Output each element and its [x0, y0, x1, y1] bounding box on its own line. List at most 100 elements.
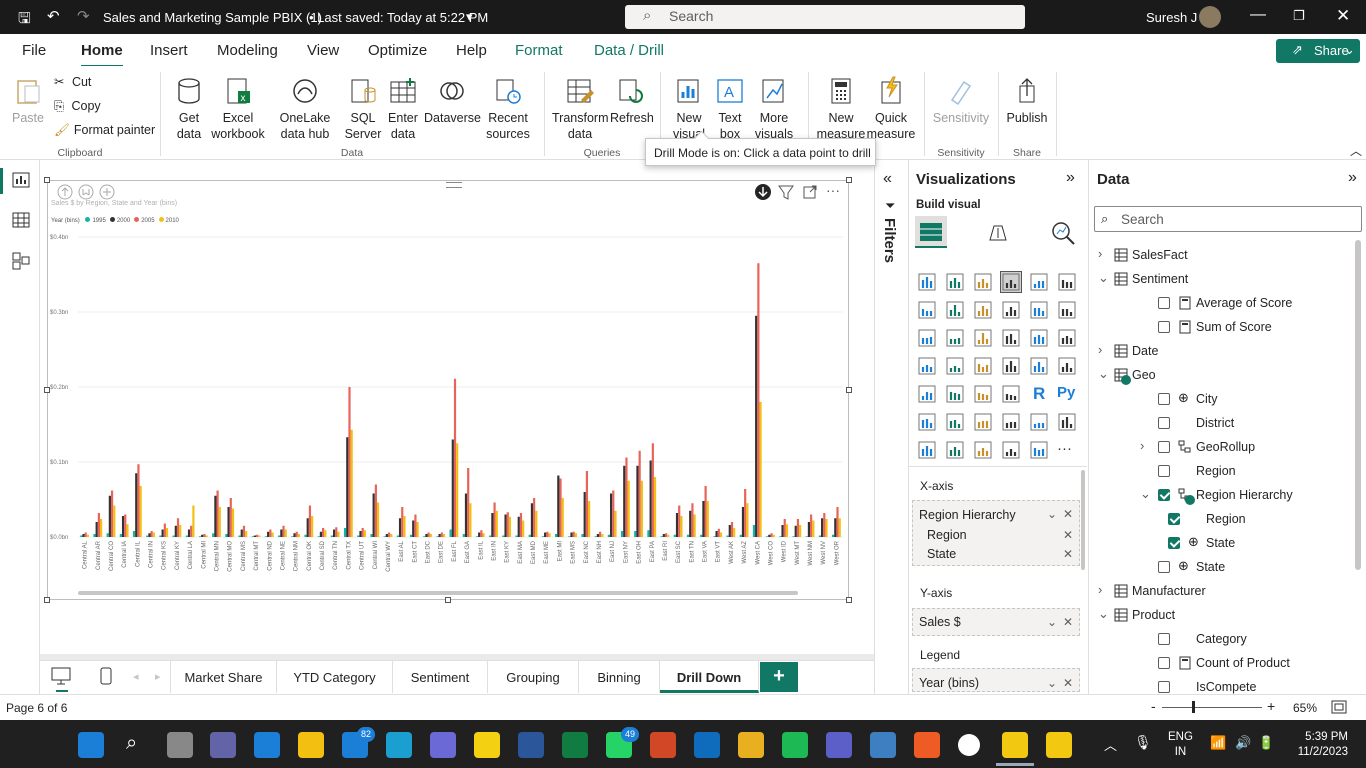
bar-2010-central-wy[interactable] [390, 534, 393, 537]
bar-2010-central-il[interactable] [139, 486, 142, 537]
bar-2000-west-id[interactable] [781, 525, 784, 537]
bar-2005-central-ia[interactable] [124, 514, 127, 538]
bar-1995-east-fl[interactable] [449, 529, 452, 538]
menu-data-drill[interactable]: Data / Drill [594, 42, 664, 59]
add-page-button[interactable]: + [760, 662, 798, 692]
avatar[interactable] [1199, 6, 1221, 28]
bar-2010-central-in[interactable] [152, 532, 155, 538]
bar-2005-east-dc[interactable] [427, 532, 430, 538]
more-icon[interactable]: ··· [1057, 440, 1077, 460]
line-clustered-icon[interactable] [1029, 300, 1049, 320]
bar-2005-west-mt[interactable] [796, 519, 800, 537]
bar-2000-central-nm[interactable] [293, 533, 296, 537]
teams-meet-icon[interactable] [210, 732, 236, 758]
bar-2000-east-vt[interactable] [715, 531, 718, 537]
bar-2000-central-ms[interactable] [240, 529, 243, 538]
tab-ytd-category[interactable]: YTD Category [277, 661, 393, 693]
data-scrollbar[interactable] [1355, 240, 1361, 570]
bar-1995-east-de[interactable] [436, 536, 439, 537]
bar-2010-central-co[interactable] [113, 505, 116, 538]
bar-2010-east-va[interactable] [706, 501, 709, 537]
table-icon[interactable] [973, 384, 993, 404]
area-icon[interactable] [945, 300, 965, 320]
share-button[interactable]: ⇗ Share ⌄ [1276, 39, 1360, 63]
bar-2010-east-sc[interactable] [680, 516, 683, 537]
bar-2000-central-il[interactable] [135, 473, 138, 537]
undo-icon[interactable]: ↶ [47, 7, 60, 25]
bar-1995-central-nm[interactable] [291, 536, 294, 537]
power-automate-icon[interactable] [945, 440, 965, 460]
field-checkbox[interactable] [1158, 681, 1170, 693]
bar-2000-central-mi[interactable] [201, 534, 204, 537]
prev-page-icon[interactable]: ◂ [133, 670, 139, 683]
bar-2000-east-dc[interactable] [425, 534, 428, 537]
bar-2010-central-ia[interactable] [126, 524, 129, 537]
bar-2000-west-ca[interactable] [755, 315, 758, 537]
bar-1995-central-tn[interactable] [330, 535, 333, 538]
bar-1995-central-ks[interactable] [159, 535, 162, 538]
text-box-button[interactable]: A Text box [712, 76, 748, 142]
line-icon[interactable] [917, 300, 937, 320]
field-district[interactable]: District [1094, 414, 1352, 434]
field-count-of-product[interactable]: Count of Product [1094, 654, 1352, 674]
desktop-layout-icon[interactable] [50, 666, 72, 686]
power-bi-vis-icon[interactable] [973, 440, 993, 460]
bar-1995-east-in[interactable] [489, 535, 492, 538]
bar-2000-west-co[interactable] [768, 534, 771, 537]
bar-2005-west-co[interactable] [770, 533, 773, 537]
menu-file[interactable]: File [22, 42, 46, 59]
x-axis-field-region[interactable]: Region [927, 528, 967, 542]
bar-2005-west-id[interactable] [783, 519, 786, 537]
bar-2005-east-oh[interactable] [638, 450, 641, 537]
bar-2005-east-va[interactable] [704, 486, 707, 537]
horizontal-scrollbar[interactable] [78, 591, 798, 595]
bar-2000-central-tn[interactable] [332, 529, 336, 538]
bar-2000-east-nc[interactable] [583, 492, 586, 537]
bar-1995-west-co[interactable] [766, 536, 769, 537]
legend-field-year[interactable]: Year (bins) [919, 676, 979, 690]
bar-1995-east-nh[interactable] [594, 536, 597, 537]
field-checkbox[interactable] [1158, 441, 1170, 453]
chevron-down-icon[interactable]: ⌄ [1098, 270, 1109, 286]
mobile-layout-icon[interactable] [99, 666, 113, 686]
start-icon[interactable] [78, 732, 104, 758]
bar-2010-east-fl[interactable] [456, 443, 459, 537]
bar-1995-central-ms[interactable] [238, 535, 241, 538]
bar-2000-west-or[interactable] [834, 518, 837, 537]
zoom-slider-thumb[interactable] [1192, 701, 1195, 713]
bar-2010-east-ga[interactable] [469, 503, 472, 537]
chrome-icon[interactable] [738, 732, 764, 758]
field-city[interactable]: ⊕ City [1094, 390, 1352, 410]
bar-2010-east-md[interactable] [535, 510, 538, 537]
sql-server-button[interactable]: SQL Server [344, 76, 382, 142]
bar-1995-east-nj[interactable] [607, 534, 610, 537]
table-geo[interactable]: ⌄ Geo [1094, 366, 1352, 386]
field-region-hierarchy[interactable]: ⌄ Region Hierarchy [1094, 486, 1352, 506]
zoom-slider[interactable] [1162, 707, 1262, 708]
bar-1995-east-ny[interactable] [620, 531, 624, 537]
bar-2000-east-nh[interactable] [596, 534, 599, 537]
powerpoint-icon[interactable] [650, 732, 676, 758]
field-checkbox[interactable] [1158, 633, 1170, 645]
expand-filters-icon[interactable]: « [883, 170, 892, 188]
spotify-icon[interactable] [782, 732, 808, 758]
bar-1995-east-va[interactable] [700, 534, 703, 537]
quick-measure-button[interactable]: Quick measure [866, 76, 916, 142]
bar-1995-central-wi[interactable] [370, 534, 373, 537]
bar-1995-west-nv[interactable] [818, 535, 822, 538]
power-apps-icon[interactable] [917, 440, 937, 460]
qa-icon[interactable] [973, 412, 993, 432]
azure-map-icon[interactable] [973, 356, 993, 376]
field-category[interactable]: Category [1094, 630, 1352, 650]
chevron-down-icon[interactable]: ⌄ [1047, 676, 1057, 690]
goals-icon[interactable] [1029, 412, 1049, 432]
show-hidden-icons[interactable]: ︿ [1104, 735, 1117, 754]
bar-2005-west-nm[interactable] [810, 514, 813, 538]
hierarchy-level-region[interactable]: Region [1094, 510, 1352, 530]
search-icon[interactable]: ⌕ [122, 732, 148, 758]
collapse-ribbon-icon[interactable]: ︿ [1350, 142, 1362, 159]
bar-1995-west-id[interactable] [779, 536, 782, 537]
field-region[interactable]: Region [1094, 462, 1352, 482]
build-visual-tab[interactable] [915, 216, 947, 248]
paginated-icon[interactable] [1057, 412, 1077, 432]
